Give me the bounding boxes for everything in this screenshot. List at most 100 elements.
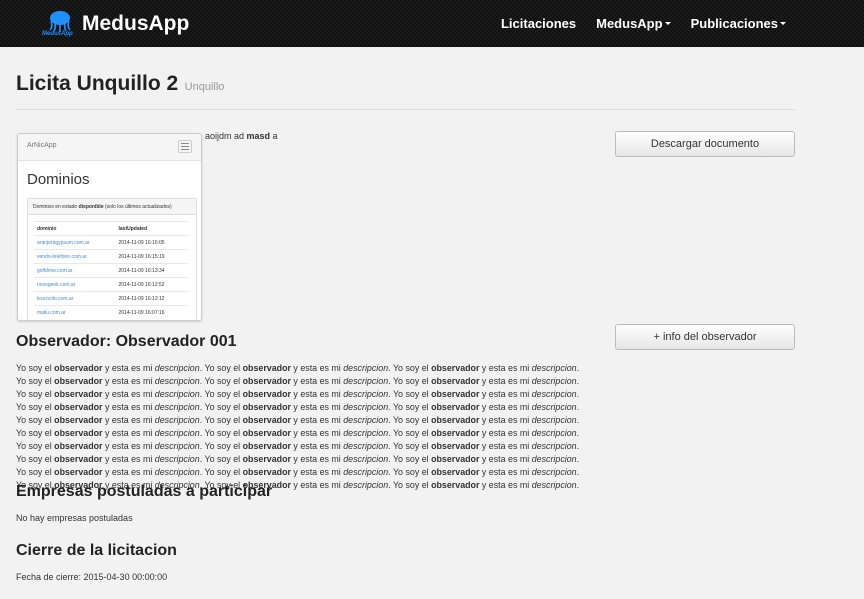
phrase-italic: descripcion <box>343 402 389 412</box>
column-header: dominio <box>34 221 116 236</box>
phrase-text: y esta es mi <box>479 402 532 412</box>
table-row: golfdrive.com.ar 2014-11-09 16:13:34 <box>34 263 188 278</box>
phrase-italic: descripcion <box>343 376 389 386</box>
observer-title: Observador: Observador 001 <box>16 333 237 350</box>
phrase-text: y esta es mi <box>290 467 344 477</box>
phrase-bold: observador <box>54 402 103 412</box>
nav-label: Licitaciones <box>500 16 577 31</box>
phrase-text: . <box>576 467 580 477</box>
phrase-italic: descripcion <box>154 363 200 373</box>
phrase-text: . <box>576 454 580 464</box>
observer-info-button[interactable]: + info del observador <box>615 324 795 350</box>
navbar: MedusApp MedusApp Licitaciones MedusApp … <box>0 0 864 47</box>
panel-suffix: (solo los últimos actualizados) <box>103 204 172 210</box>
domain-cell: nosogeek.com.ar <box>34 277 116 292</box>
phrase-bold: observador <box>431 467 480 477</box>
phrase-text: Yo soy el <box>204 467 243 477</box>
phrase-italic: descripcion <box>343 441 389 451</box>
phrase-italic: descripcion <box>531 428 577 438</box>
main-nav: Licitaciones MedusApp Publicaciones <box>481 0 786 47</box>
phrase-bold: observador <box>431 441 480 451</box>
phrase-text: Yo soy el <box>392 415 432 425</box>
phrase-bold: observador <box>242 389 291 399</box>
phrase-italic: descripcion <box>154 441 200 451</box>
phrase-italic: descripcion <box>531 363 577 373</box>
time-cell: 2014-11-09 16:16:05 <box>115 235 188 250</box>
phrase-text: y esta es mi <box>479 467 532 477</box>
phrase-text: y esta es mi <box>479 441 532 451</box>
domain-cell: leucocito.com.ar <box>34 291 116 306</box>
logo-text: MedusApp <box>42 31 73 37</box>
nav-label: MedusApp <box>596 16 663 31</box>
panel-prefix: Dominios en estado <box>33 204 79 210</box>
phrase-text: y esta es mi <box>102 402 155 412</box>
phrase-bold: observador <box>54 376 103 386</box>
cierre-date: Fecha de cierre: 2015-04-30 00:00:00 <box>16 572 168 582</box>
phrase-italic: descripcion <box>343 363 389 373</box>
phrase-text: y esta es mi <box>479 428 532 438</box>
phrase-text: Yo soy el <box>392 454 432 464</box>
time-cell: 2014-11-09 16:07:16 <box>115 305 188 319</box>
phrase-text: y esta es mi <box>102 454 155 464</box>
phrase-bold: observador <box>54 363 103 373</box>
phrase-italic: descripcion <box>531 389 577 399</box>
phrase-text: Yo soy el <box>16 376 55 386</box>
thumbnail-panel: Dominios en estado disponible (solo los … <box>27 198 197 320</box>
document-thumbnail[interactable]: ArNicApp Dominios Dominios en estado dis… <box>17 133 202 321</box>
phrase-bold: observador <box>431 376 480 386</box>
phrase-text: Yo soy el <box>392 480 432 490</box>
phrase-italic: descripcion <box>531 441 577 451</box>
brand[interactable]: MedusApp MedusApp <box>40 6 189 42</box>
phrase-text: Yo soy el <box>204 428 243 438</box>
empresas-text: No hay empresas postuladas <box>16 513 133 523</box>
observer-description: Yo soy el observador y esta es mi descri… <box>16 362 588 492</box>
phrase-bold: observador <box>242 363 291 373</box>
phrase-bold: observador <box>431 428 480 438</box>
phrase-italic: descripcion <box>531 376 577 386</box>
desc-post: a <box>270 131 278 141</box>
phrase-text: Yo soy el <box>204 389 243 399</box>
table-row: vendo-telefono.com.ar 2014-11-09 16:15:19 <box>34 249 188 264</box>
nav-licitaciones[interactable]: Licitaciones <box>501 16 576 31</box>
nav-publicaciones[interactable]: Publicaciones <box>691 16 786 31</box>
phrase-text: y esta es mi <box>479 376 532 386</box>
domain-cell: golfdrive.com.ar <box>34 263 116 278</box>
phrase-text: y esta es mi <box>290 376 344 386</box>
phrase-text: . <box>576 480 580 490</box>
phrase-text: . <box>576 415 580 425</box>
phrase-text: y esta es mi <box>102 428 155 438</box>
thumbnail-panel-heading: Dominios en estado disponible (solo los … <box>28 199 196 215</box>
table-row: mailu.com.ar 2014-11-09 16:07:16 <box>34 305 188 319</box>
phrase-italic: descripcion <box>343 467 389 477</box>
phrase-bold: observador <box>242 467 291 477</box>
phrase-text: Yo soy el <box>16 363 55 373</box>
time-cell: 2014-11-09 16:12:12 <box>115 291 188 306</box>
domain-cell: vendo-telefono.com.ar <box>34 249 116 264</box>
phrase-text: y esta es mi <box>479 415 532 425</box>
phrase-bold: observador <box>242 454 291 464</box>
phrase-text: y esta es mi <box>290 389 344 399</box>
phrase-text: y esta es mi <box>102 415 155 425</box>
phrase-text: Yo soy el <box>204 363 243 373</box>
thumbnail-brand: ArNicApp <box>27 142 57 149</box>
page-title: Licita Unquillo 2 <box>16 72 179 95</box>
phrase-bold: observador <box>54 467 103 477</box>
phrase-bold: observador <box>54 428 103 438</box>
nav-medusapp[interactable]: MedusApp <box>596 16 671 31</box>
phrase-italic: descripcion <box>154 415 200 425</box>
phrase-text: . <box>576 376 580 386</box>
brand-name[interactable]: MedusApp <box>82 12 189 36</box>
phrase-italic: descripcion <box>154 402 200 412</box>
phrase-bold: observador <box>242 441 291 451</box>
phrase-italic: descripcion <box>531 467 577 477</box>
phrase-italic: descripcion <box>343 389 389 399</box>
thumbnail-heading: Dominios <box>27 171 90 188</box>
phrase-text: y esta es mi <box>290 441 344 451</box>
phrase-text: Yo soy el <box>16 454 55 464</box>
download-document-button[interactable]: Descargar documento <box>615 131 795 157</box>
time-cell: 2014-11-09 16:12:52 <box>115 277 188 292</box>
phrase-italic: descripcion <box>343 428 389 438</box>
phrase-italic: descripcion <box>531 454 577 464</box>
caret-down-icon <box>664 22 671 26</box>
domain-cell: aranjeragypsum.com.ar <box>34 235 116 250</box>
